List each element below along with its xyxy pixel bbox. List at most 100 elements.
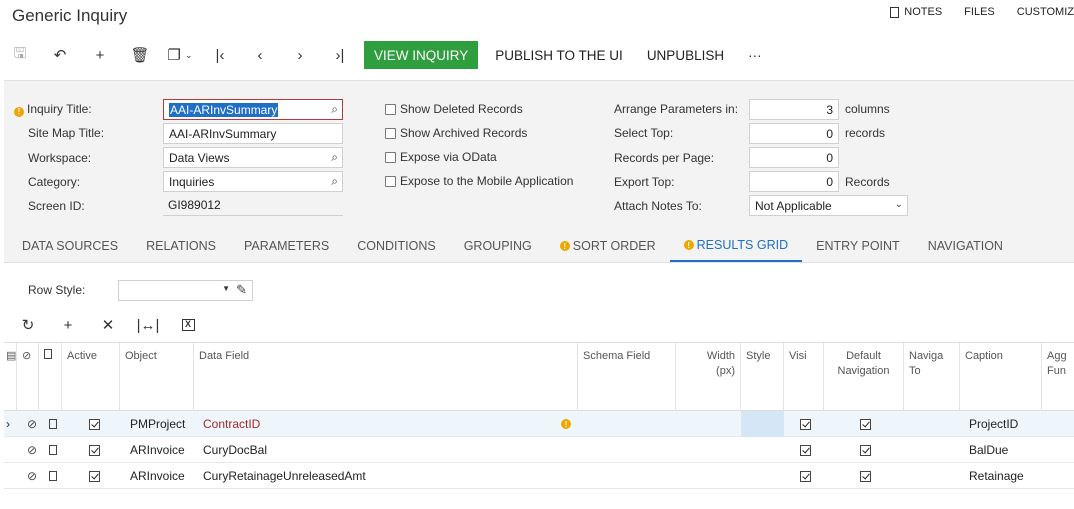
header-width[interactable]: Width (px) [676,343,741,411]
arrange-unit-label: columns [845,102,890,116]
tab-bar: DATA SOURCES RELATIONS PARAMETERS CONDIT… [4,230,1074,262]
object-cell[interactable]: PMProject [125,411,190,437]
undo-icon[interactable]: ↶ [40,40,80,70]
export-top-input[interactable]: 0 [749,171,839,192]
search-icon[interactable]: ⌕ [331,174,338,189]
caption-cell[interactable]: Retainage [964,463,1029,489]
edit-pencil-icon[interactable]: ✎ [236,282,247,298]
show-deleted-checkbox[interactable]: Show Deleted Records [385,102,523,116]
records-per-page-input[interactable]: 0 [749,147,839,168]
add-row-icon[interactable]: + [48,313,88,337]
object-cell[interactable]: ARInvoice [125,463,190,489]
table-row[interactable]: ⊘ ARInvoice CuryRetainageUnreleasedAmt R… [4,463,1074,489]
previous-record-icon[interactable]: ‹ [240,40,280,70]
expose-odata-checkbox[interactable]: Expose via OData [385,150,497,164]
results-grid: ▤ ⊘ Active Object Data Field Schema Fiel… [4,342,1074,489]
next-record-icon[interactable]: › [280,40,320,70]
default-navigation-checkbox[interactable] [855,437,876,463]
header-navigate-to[interactable]: Naviga To [904,343,960,411]
workspace-label: Workspace: [28,151,92,165]
data-field-cell[interactable]: CuryRetainageUnreleasedAmt [198,463,371,489]
caption-cell[interactable]: ProjectID [964,411,1023,437]
add-icon[interactable]: + [80,40,120,70]
note-icon[interactable] [44,437,62,463]
publish-button[interactable]: PUBLISH TO THE UI [483,41,635,69]
header-style[interactable]: Style [741,343,784,411]
object-cell[interactable]: ARInvoice [125,437,190,463]
workspace-input[interactable]: Data Views ⌕ [163,147,343,168]
warning-icon: ! [556,411,579,437]
visible-checkbox[interactable] [795,463,816,489]
note-icon[interactable] [44,463,62,489]
attachment-icon[interactable]: ⊘ [22,437,42,463]
tab-relations[interactable]: RELATIONS [132,230,230,262]
row-style-select[interactable]: ▼ ✎ [118,280,253,301]
notes-link[interactable]: NOTES [890,6,942,18]
note-header-icon [39,343,62,411]
tab-sort-order[interactable]: ! SORT ORDER [546,230,670,262]
attachment-icon[interactable]: ⊘ [22,463,42,489]
tab-divider [4,262,1074,263]
grid-toolbar: ↻ + ✕ |↔| X [8,313,208,337]
tab-entry-point[interactable]: ENTRY POINT [802,230,914,262]
header-aggregate-function[interactable]: Agg Fun [1042,343,1074,411]
top-links: NOTES FILES CUSTOMIZ [868,6,1074,18]
header-visible[interactable]: Visi [784,343,824,411]
visible-checkbox[interactable] [795,437,816,463]
note-icon[interactable] [44,411,62,437]
header-active[interactable]: Active [62,343,120,411]
customize-link[interactable]: CUSTOMIZ [1017,6,1074,18]
category-label: Category: [28,175,81,189]
active-checkbox[interactable] [84,411,105,437]
unpublish-button[interactable]: UNPUBLISH [635,41,736,69]
site-map-title-input[interactable]: AAI-ARInvSummary [163,123,343,144]
grid-header: ▤ ⊘ Active Object Data Field Schema Fiel… [4,342,1074,411]
files-link[interactable]: FILES [964,6,995,18]
attachment-icon[interactable]: ⊘ [22,411,42,437]
header-data-field[interactable]: Data Field [194,343,578,411]
data-field-cell[interactable]: CuryDocBal [198,437,272,463]
default-navigation-checkbox[interactable] [855,463,876,489]
table-row[interactable]: › ⊘ PMProject ContractID ! ProjectID [4,411,1074,437]
more-menu-button[interactable]: ··· [736,41,774,69]
select-top-input[interactable]: 0 [749,123,839,144]
tab-parameters[interactable]: PARAMETERS [230,230,343,262]
style-cell[interactable] [741,411,784,437]
active-checkbox[interactable] [84,463,105,489]
search-icon[interactable]: ⌕ [331,102,338,117]
active-checkbox[interactable] [84,437,105,463]
last-record-icon[interactable]: ›| [320,40,360,70]
copy-paste-icon[interactable]: ❐ ⌄ [160,40,200,70]
show-archived-checkbox[interactable]: Show Archived Records [385,126,527,140]
data-field-cell[interactable]: ContractID [198,411,265,437]
expose-mobile-checkbox[interactable]: Expose to the Mobile Application [385,174,573,188]
view-inquiry-button[interactable]: VIEW INQUIRY [364,41,479,69]
header-caption[interactable]: Caption [960,343,1042,411]
tab-data-sources[interactable]: DATA SOURCES [4,230,132,262]
save-icon[interactable]: 🖫 [0,40,40,70]
arrange-parameters-input[interactable]: 3 [749,99,839,120]
header-schema-field[interactable]: Schema Field [578,343,676,411]
select-top-unit-label: records [845,126,886,140]
tab-grouping[interactable]: GROUPING [450,230,546,262]
export-excel-icon[interactable]: X [168,313,208,337]
search-icon[interactable]: ⌕ [331,150,338,165]
refresh-icon[interactable]: ↻ [8,313,48,337]
header-object[interactable]: Object [120,343,194,411]
table-row[interactable]: ⊘ ARInvoice CuryDocBal BalDue [4,437,1074,463]
caption-cell[interactable]: BalDue [964,437,1013,463]
tab-results-grid[interactable]: ! RESULTS GRID [669,230,803,262]
delete-row-icon[interactable]: ✕ [88,313,128,337]
visible-checkbox[interactable] [795,411,816,437]
delete-icon[interactable]: 🗑 [120,40,160,70]
header-default-navigation[interactable]: Default Navigation [824,343,904,411]
default-navigation-checkbox[interactable] [855,411,876,437]
category-input[interactable]: Inquiries ⌕ [163,171,343,192]
dropdown-arrow-icon[interactable]: ▼ [222,284,230,293]
tab-conditions[interactable]: CONDITIONS [343,230,449,262]
fit-columns-icon[interactable]: |↔| [128,313,168,337]
tab-navigation[interactable]: NAVIGATION [914,230,1017,262]
first-record-icon[interactable]: |‹ [200,40,240,70]
attach-notes-select[interactable]: Not Applicable ⌄ [749,195,908,216]
inquiry-title-input[interactable]: AAI-ARInvSummary ⌕ [163,99,343,120]
